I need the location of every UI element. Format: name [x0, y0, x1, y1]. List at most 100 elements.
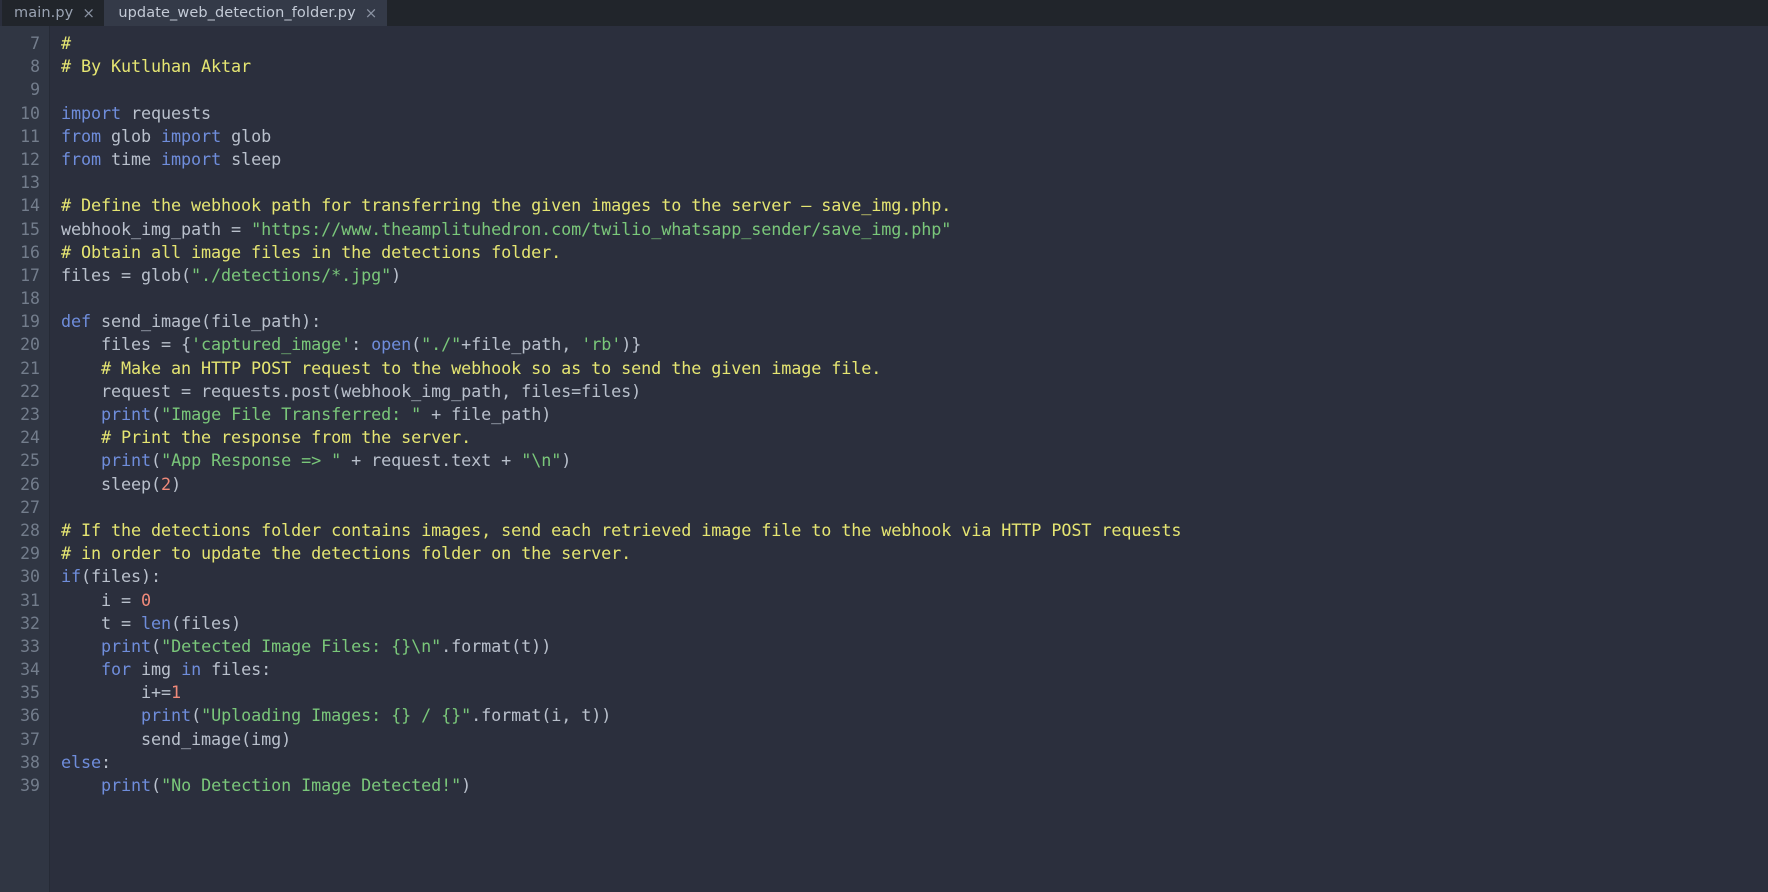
token-pl: .format(t)) [441, 635, 552, 656]
close-icon[interactable]: × [82, 5, 95, 21]
tab-label: main.py [14, 5, 74, 21]
token-pl: ) [171, 473, 182, 494]
token-bi: print [141, 705, 192, 726]
code-content[interactable]: # # By Kutluhan Aktar import requests from… [50, 26, 1768, 892]
code-line[interactable]: from time import sleep [61, 148, 1768, 171]
token-kw: else [61, 751, 102, 772]
code-line[interactable] [61, 78, 1768, 101]
token-pl: )} [621, 334, 642, 355]
token-com: # [61, 33, 72, 53]
line-number: 24 [20, 428, 40, 448]
token-kw: import [161, 148, 222, 169]
code-line[interactable]: # in order to update the detections fold… [61, 542, 1768, 565]
line-number: 16 [20, 242, 40, 262]
code-line[interactable]: if(files): [61, 565, 1768, 588]
token-pl: send_image(img) [61, 728, 292, 749]
code-line[interactable]: from glob import glob [61, 125, 1768, 148]
close-icon[interactable]: × [365, 5, 378, 21]
line-number: 7 [30, 34, 40, 53]
line-number: 35 [20, 683, 40, 703]
code-line[interactable] [61, 287, 1768, 310]
token-str: "https://www.theamplituhedron.com/twilio… [251, 218, 952, 239]
token-pl: glob [221, 125, 272, 146]
code-line[interactable]: # If the detections folder contains imag… [61, 519, 1768, 542]
code-line[interactable]: for img in files: [61, 658, 1768, 681]
line-number: 8 [30, 57, 40, 77]
code-line[interactable]: # [61, 32, 1768, 55]
token-com: # Define the webhook path for transferri… [61, 195, 952, 216]
code-line[interactable]: files = glob("./detections/*.jpg") [61, 264, 1768, 287]
code-line[interactable]: i+=1 [61, 681, 1768, 704]
line-number: 34 [20, 660, 40, 680]
token-bi: print [101, 635, 152, 656]
token-pl: time [101, 148, 162, 169]
token-pl: + file_path) [421, 404, 552, 424]
line-number: 38 [20, 752, 40, 772]
code-line[interactable]: send_image(img) [61, 728, 1768, 751]
line-number: 36 [20, 706, 40, 726]
code-line[interactable] [61, 496, 1768, 519]
line-number: 19 [20, 312, 40, 332]
code-line[interactable]: i = 0 [61, 589, 1768, 612]
token-num: 2 [161, 473, 172, 494]
token-pl: img [131, 659, 182, 680]
code-line[interactable]: print("Image File Transferred: " + file_… [61, 403, 1768, 426]
token-str: 'rb' [581, 334, 622, 355]
code-line[interactable]: print("No Detection Image Detected!") [61, 774, 1768, 797]
token-pl: .format(i, t)) [471, 705, 612, 726]
code-line[interactable]: print("Detected Image Files: {}\n".forma… [61, 635, 1768, 658]
token-num: 0 [141, 589, 152, 610]
token-kw: for [101, 659, 132, 680]
code-line[interactable]: webhook_img_path = "https://www.theampli… [61, 218, 1768, 241]
token-str: "Uploading Images: {} / {}" [201, 705, 472, 726]
token-str: "./detections/*.jpg" [191, 264, 392, 285]
code-line[interactable]: # Make an HTTP POST request to the webho… [61, 357, 1768, 380]
token-pl: sleep [221, 148, 282, 169]
code-line[interactable]: # Obtain all image files in the detectio… [61, 241, 1768, 264]
token-pl: files = { [61, 334, 192, 355]
token-pl: send_image(file_path): [91, 311, 322, 332]
token-pl: ( [151, 635, 162, 656]
token-pl: ) [391, 264, 402, 285]
code-line[interactable] [61, 171, 1768, 194]
token-pl: webhook_img_path = [61, 218, 252, 239]
token-com: # Obtain all image files in the detectio… [61, 241, 562, 262]
code-line[interactable]: files = {'captured_image': open("./"+fil… [61, 333, 1768, 356]
line-number: 33 [20, 636, 40, 656]
code-line[interactable]: # Print the response from the server. [61, 426, 1768, 449]
tab-main.py[interactable]: main.py × [0, 0, 105, 26]
line-number: 28 [20, 520, 40, 540]
token-com: # Make an HTTP POST request to the webho… [61, 357, 882, 378]
tab-bar: main.py × update_web_detection_folder.py × [0, 0, 1768, 26]
token-bi: open [371, 334, 412, 355]
token-bi: len [141, 612, 172, 633]
token-pl: ( [151, 775, 162, 795]
code-line[interactable]: def send_image(file_path): [61, 310, 1768, 333]
token-pl: files = glob( [61, 264, 192, 285]
code-line[interactable]: request = requests.post(webhook_img_path… [61, 380, 1768, 403]
line-number: 15 [20, 219, 40, 239]
code-line[interactable]: # By Kutluhan Aktar [61, 55, 1768, 78]
line-number: 9 [30, 80, 40, 100]
line-number: 32 [20, 613, 40, 633]
line-number: 11 [20, 126, 40, 146]
line-number-gutter: 7 8 9 10 11 12 13 14 15 16 17 18 19 20 21 22 23 24 25 26 27 2… [0, 26, 50, 892]
code-line[interactable]: sleep(2) [61, 473, 1768, 496]
token-pl: ) [561, 450, 572, 471]
code-line[interactable]: # Define the webhook path for transferri… [61, 194, 1768, 217]
token-bi: print [101, 404, 152, 424]
line-number: 18 [20, 289, 40, 309]
code-line[interactable]: t = len(files) [61, 612, 1768, 635]
code-line[interactable]: print("App Response => " + request.text … [61, 449, 1768, 472]
code-line[interactable]: print("Uploading Images: {} / {}".format… [61, 704, 1768, 727]
code-line[interactable]: import requests [61, 102, 1768, 125]
token-pl: (files) [171, 612, 242, 633]
tab-update_web_detection_folder.py[interactable]: update_web_detection_folder.py × [104, 0, 387, 26]
token-kw: in [181, 659, 202, 680]
code-line[interactable]: else: [61, 751, 1768, 774]
editor-area[interactable]: 7 8 9 10 11 12 13 14 15 16 17 18 19 20 21 22 23 24 25 26 27 2… [0, 26, 1768, 892]
token-num: 1 [171, 682, 182, 703]
token-kw: def [61, 311, 92, 332]
